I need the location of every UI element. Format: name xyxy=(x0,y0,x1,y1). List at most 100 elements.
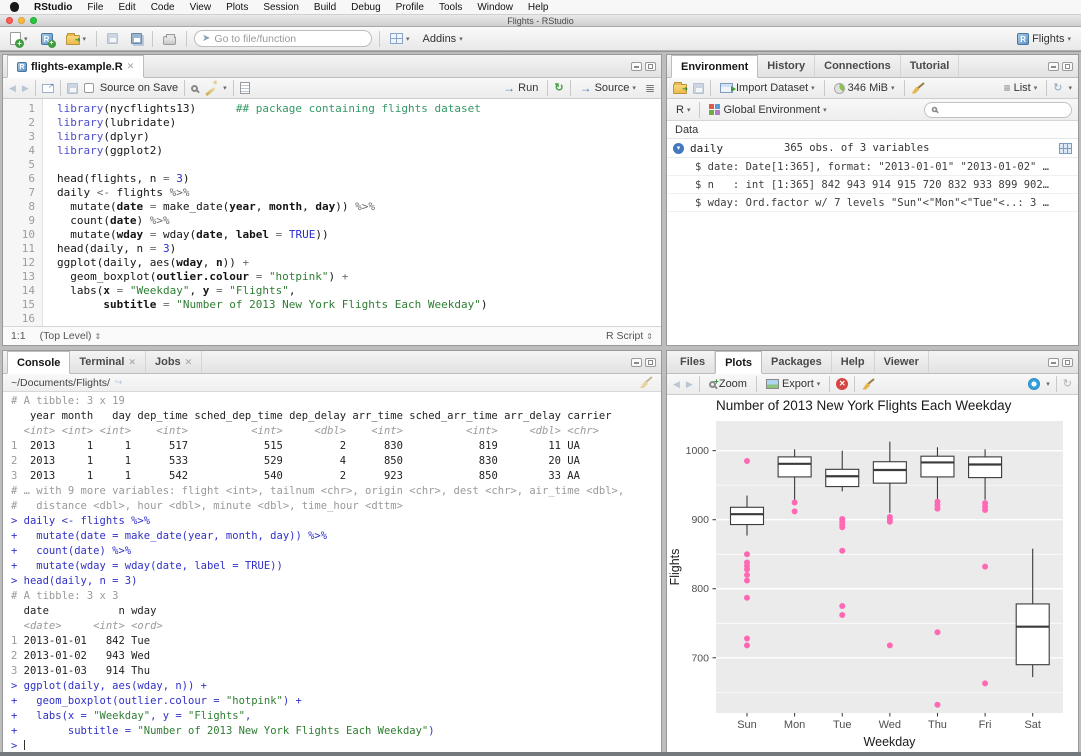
code-line: library(lubridate) xyxy=(57,116,177,129)
data-object-row[interactable]: ▾ daily 365 obs. of 3 variables xyxy=(667,139,1078,158)
print-icon xyxy=(163,33,177,45)
publish-icon[interactable] xyxy=(1028,378,1041,390)
tab-viewer[interactable]: Viewer xyxy=(875,351,929,373)
console-line: <date> <int> <ord> xyxy=(11,620,163,632)
minimize-pane-icon[interactable] xyxy=(1048,357,1059,367)
goto-file-input[interactable]: ➤ Go to file/function xyxy=(194,30,373,47)
tab-plots[interactable]: Plots xyxy=(715,351,762,374)
tab-terminal[interactable]: Terminal ✕ xyxy=(70,351,146,373)
open-file-button[interactable]: ▾ xyxy=(63,31,90,47)
minimize-pane-icon[interactable] xyxy=(631,61,642,71)
menu-item[interactable]: Window xyxy=(477,2,513,13)
new-file-button[interactable]: ▾ xyxy=(7,30,31,48)
tab-connections[interactable]: Connections xyxy=(815,55,901,77)
new-project-button[interactable]: R xyxy=(38,31,56,48)
x-axis-label: Weekday xyxy=(864,735,917,749)
print-button[interactable] xyxy=(160,31,179,47)
new-project-icon: R xyxy=(40,32,56,48)
tab-flights-example[interactable]: R flights-example.R ✕ xyxy=(7,55,145,78)
menu-item[interactable]: RStudio xyxy=(34,2,72,13)
previous-plot-icon[interactable]: ◀ xyxy=(673,379,680,390)
minimize-pane-icon[interactable] xyxy=(631,357,642,367)
remove-plot-icon[interactable]: ✕ xyxy=(836,378,849,390)
menu-item[interactable]: Help xyxy=(528,2,549,13)
menu-item[interactable]: Tools xyxy=(439,2,462,13)
scope-selector[interactable]: (Top Level) ⇕ xyxy=(40,330,102,342)
next-plot-icon[interactable]: ▶ xyxy=(686,379,693,390)
language-selector[interactable]: R ▾ xyxy=(673,102,693,118)
refresh-icon[interactable]: ↻ xyxy=(1053,82,1062,94)
rerun-icon[interactable]: ↻ xyxy=(554,83,563,94)
refresh-plot-icon[interactable]: ↻ xyxy=(1063,378,1072,390)
zoom-plot-button[interactable]: Zoom xyxy=(706,376,750,392)
source-button[interactable]: → Source ▾ xyxy=(577,80,639,96)
clear-environment-icon[interactable] xyxy=(911,82,925,95)
load-workspace-icon[interactable] xyxy=(673,82,688,94)
maximize-pane-icon[interactable] xyxy=(1062,61,1073,71)
save-icon xyxy=(107,33,119,44)
menu-item[interactable]: Session xyxy=(263,2,299,13)
tab-help[interactable]: Help xyxy=(832,351,875,373)
maximize-pane-icon[interactable] xyxy=(645,357,656,367)
maximize-pane-icon[interactable] xyxy=(645,61,656,71)
pane-layout-button[interactable]: ▾ xyxy=(387,31,413,46)
menu-item[interactable]: Plots xyxy=(226,2,248,13)
maximize-pane-icon[interactable] xyxy=(1062,357,1073,367)
code-content[interactable]: library(nycflights13) ## package contain… xyxy=(43,99,661,326)
menu-item[interactable]: Code xyxy=(151,2,175,13)
menu-item[interactable]: Profile xyxy=(396,2,424,13)
clear-console-icon[interactable] xyxy=(639,376,653,389)
console-output[interactable]: # A tibble: 3 x 19 year month day dep_ti… xyxy=(3,392,661,753)
save-all-button[interactable] xyxy=(128,31,145,46)
close-tab-icon[interactable]: ✕ xyxy=(128,357,136,368)
export-plot-button[interactable]: Export ▾ xyxy=(763,376,823,392)
tab-console[interactable]: Console xyxy=(7,351,71,374)
svg-text:1000: 1000 xyxy=(686,445,710,457)
project-button[interactable]: R Flights ▾ xyxy=(1014,31,1074,47)
tab-jobs[interactable]: Jobs ✕ xyxy=(146,351,203,373)
close-tab-icon[interactable]: ✕ xyxy=(127,61,135,72)
run-button[interactable]: → Run xyxy=(500,80,541,96)
list-view-button[interactable]: ≡ List ▾ xyxy=(1001,80,1041,96)
close-tab-icon[interactable]: ✕ xyxy=(185,357,193,368)
chart-title: Number of 2013 New York Flights Each Wee… xyxy=(716,398,1012,413)
tab-tutorial[interactable]: Tutorial xyxy=(901,55,960,77)
menu-item[interactable]: Debug xyxy=(351,2,380,13)
addins-button[interactable]: Addins ▾ xyxy=(420,31,466,47)
clear-all-plots-icon[interactable] xyxy=(861,378,875,391)
document-outline-icon[interactable]: ≣ xyxy=(645,82,655,94)
memory-usage-button[interactable]: 346 MiB ▾ xyxy=(831,80,898,96)
title-bar[interactable]: Flights - RStudio xyxy=(0,15,1081,27)
expand-object-icon[interactable]: ▾ xyxy=(673,142,684,154)
file-type-selector[interactable]: R Script ⇕ xyxy=(606,330,653,342)
save-icon[interactable] xyxy=(66,82,78,94)
import-dataset-button[interactable]: Import Dataset ▾ xyxy=(717,80,818,96)
code-editor[interactable]: 1 2 3 4 5 6 7 8 9 10 11 12 13 14 15 16 library(nycfligh… xyxy=(3,99,661,326)
minimize-pane-icon[interactable] xyxy=(1048,61,1059,71)
compile-report-icon[interactable] xyxy=(239,82,250,94)
save-button[interactable] xyxy=(104,31,121,46)
save-workspace-icon[interactable] xyxy=(693,82,704,94)
menu-item[interactable]: Build xyxy=(314,2,336,13)
find-replace-icon[interactable] xyxy=(191,84,199,92)
back-icon[interactable]: ◀ xyxy=(9,83,16,94)
open-in-new-window-icon[interactable] xyxy=(41,82,54,93)
menu-item[interactable]: File xyxy=(87,2,103,13)
menu-item[interactable]: View xyxy=(190,2,212,13)
goto-directory-icon[interactable]: ↪ xyxy=(115,377,123,388)
view-data-icon[interactable] xyxy=(1059,142,1072,154)
console-line: > head(daily, n = 3) xyxy=(11,575,138,587)
console-line: <int> <int> <int> <int> <int> <dbl> <int… xyxy=(11,425,599,437)
code-tools-icon[interactable] xyxy=(204,79,218,95)
source-on-save-checkbox[interactable] xyxy=(83,83,94,93)
tab-environment[interactable]: Environment xyxy=(671,55,759,78)
apple-menu-icon[interactable] xyxy=(10,2,19,12)
tab-files[interactable]: Files xyxy=(671,351,716,373)
tab-packages[interactable]: Packages xyxy=(762,351,832,373)
scope-selector[interactable]: Global Environment ▾ xyxy=(706,102,829,118)
tab-history[interactable]: History xyxy=(758,55,816,77)
console-line: + geom_boxplot(outlier.colour = "hotpink… xyxy=(11,695,302,707)
environment-search-input[interactable] xyxy=(924,101,1072,118)
menu-item[interactable]: Edit xyxy=(118,2,135,13)
forward-icon[interactable]: ▶ xyxy=(22,83,29,94)
